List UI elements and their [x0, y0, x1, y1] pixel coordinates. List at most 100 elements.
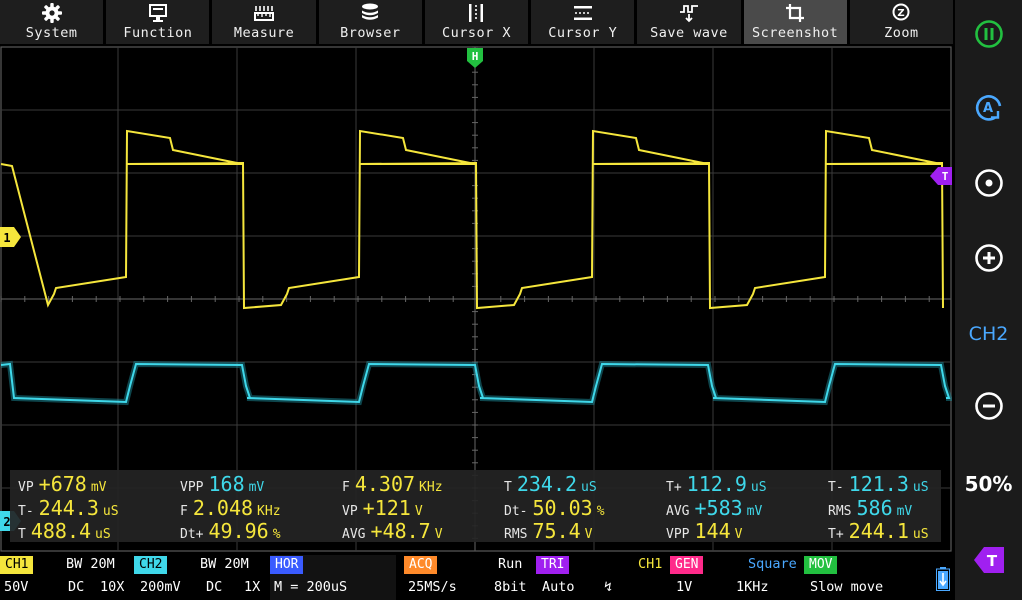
move-speed: Slow move: [810, 579, 884, 595]
ch2-probe: 1X: [244, 579, 261, 595]
meas-ch1-vp: VP +678 mV: [18, 472, 107, 496]
cursor-y-button[interactable]: Cursor Y: [531, 0, 635, 44]
monitor-icon: [148, 4, 167, 22]
system-button[interactable]: System: [0, 0, 104, 44]
selected-channel: CH2: [968, 323, 1009, 345]
gen-tag: GEN: [670, 556, 704, 574]
percent-button[interactable]: 50%: [955, 460, 1022, 508]
trigger-mode: Auto: [542, 579, 575, 595]
trigger-level-marker[interactable]: T: [930, 167, 952, 185]
plus-icon: [974, 244, 1003, 272]
trigger-status-panel[interactable]: TRI CH1 Auto ↯: [536, 555, 664, 600]
meas-ch1-f2: F 2.048 KHz: [180, 496, 281, 520]
channel-select-button[interactable]: CH2: [955, 310, 1022, 358]
svg-text:T: T: [986, 552, 997, 570]
screenshot-label: Screenshot: [752, 25, 839, 41]
right-control-panel: A CH2 50% T: [955, 0, 1022, 600]
cursor-x-label: Cursor X: [441, 25, 511, 41]
mov-tag: MOV: [804, 556, 838, 574]
screenshot-button[interactable]: Screenshot: [743, 0, 847, 44]
pause-icon: [974, 20, 1003, 48]
center-icon: [974, 169, 1003, 197]
meas-ch2-rms: RMS 586 mV: [828, 496, 913, 520]
trigger-position-marker[interactable]: H: [467, 48, 483, 68]
browser-button[interactable]: Browser: [318, 0, 422, 44]
timebase: M = 200uS: [274, 579, 348, 595]
meas-ch1-tplus: T+ 244.1 uS: [828, 519, 929, 543]
auto-setup-button[interactable]: A: [955, 84, 1022, 132]
ch1-marker[interactable]: 1: [0, 227, 22, 247]
measure-label: Measure: [233, 25, 295, 41]
browser-label: Browser: [340, 25, 401, 41]
ch2-scale: 200mV: [140, 579, 181, 595]
scale-down-button[interactable]: [955, 382, 1022, 430]
zoom-label: Zoom: [884, 25, 919, 41]
sample-rate: 25MS/s: [408, 579, 457, 595]
meas-ch1-dtplus: Dt+ 49.96%: [180, 519, 281, 543]
meas-ch1-rms: RMS 75.4 V: [504, 519, 593, 543]
generator-status-panel[interactable]: GEN Square 1V 1KHz: [670, 555, 798, 600]
ch2-coupling: DC: [206, 579, 223, 595]
bit-depth: 8bit: [494, 579, 527, 595]
hor-tag: HOR: [270, 556, 304, 574]
save-wave-icon: [679, 5, 698, 23]
svg-text:H: H: [472, 50, 479, 63]
svg-text:1: 1: [3, 231, 10, 245]
ch2-trace: [0, 362, 951, 404]
move-status-panel[interactable]: MOV Slow move: [804, 555, 928, 600]
gear-icon: [41, 3, 62, 23]
trigger-source: CH1: [638, 556, 663, 572]
trigger-level-icon: T: [973, 547, 1004, 573]
auto-icon: A: [975, 95, 1001, 121]
horizontal-status-panel[interactable]: HOR M = 200uS: [270, 555, 396, 600]
ch1-probe: 10X: [100, 579, 125, 595]
scale-up-button[interactable]: [955, 234, 1022, 282]
meas-ch1-vpp: VPP 144 V: [666, 519, 743, 543]
ch1-trace: [0, 129, 944, 310]
cursor-x-icon: [469, 4, 484, 22]
meas-ch1-f: F 4.307 KHz: [342, 472, 443, 496]
gen-waveform: Square: [748, 556, 797, 572]
meas-ch2-avg: AVG +583 mV: [666, 496, 763, 520]
status-bar: CH1 BW 20M 50V DC 10X CH2 BW 20M 200mV D…: [0, 555, 955, 600]
run-stop-button[interactable]: [955, 10, 1022, 58]
meas-ch1-avg: AVG +48.7 V: [342, 519, 443, 543]
ch1-tag: CH1: [0, 556, 34, 574]
function-button[interactable]: Function: [106, 0, 210, 44]
ch2-status-panel[interactable]: CH2 BW 20M 200mV DC 1X: [134, 555, 262, 600]
ch1-bandwidth: BW 20M: [66, 556, 115, 572]
measure-button[interactable]: Measure: [212, 0, 316, 44]
meas-ch2-t: T 234.2 uS: [504, 472, 597, 496]
gen-amplitude: 1V: [676, 579, 693, 595]
acq-tag: ACQ: [404, 556, 438, 574]
save-wave-button[interactable]: Save wave: [637, 0, 741, 44]
crop-icon: [786, 4, 805, 22]
center-button[interactable]: [955, 159, 1022, 207]
ch1-coupling: DC: [68, 579, 85, 595]
function-label: Function: [123, 25, 193, 41]
acquire-status-panel[interactable]: ACQ Run 25MS/s 8bit: [402, 555, 532, 600]
svg-text:Z: Z: [898, 8, 905, 19]
minus-icon: [974, 392, 1003, 420]
database-icon: [362, 3, 379, 20]
ruler-icon: [254, 6, 275, 21]
meas-ch2-tminus: T- 121.3 uS: [828, 472, 929, 496]
battery-icon: [936, 567, 950, 591]
ch2-tag: CH2: [134, 556, 168, 574]
meas-ch1-vp2: VP +121 V: [342, 496, 423, 520]
measurement-panel: VP +678 mV VPP 168 mV F 4.307 KHz T 234.2 uS T+ 1…: [10, 470, 941, 543]
zoom-button[interactable]: Z Zoom: [849, 0, 953, 44]
tri-tag: TRI: [536, 556, 570, 574]
ch1-scale: 50V: [4, 579, 29, 595]
cursor-x-button[interactable]: Cursor X: [424, 0, 529, 44]
meas-ch2-vpp: VPP 168 mV: [180, 472, 265, 496]
cursor-y-label: Cursor Y: [548, 25, 618, 41]
meas-ch1-dtminus: Dt- 50.03%: [504, 496, 605, 520]
zoom-icon: Z: [892, 3, 910, 21]
trigger-level-button[interactable]: T: [955, 536, 1022, 584]
ch1-status-panel[interactable]: CH1 BW 20M 50V DC 10X: [0, 555, 128, 600]
svg-text:T: T: [942, 170, 949, 183]
trigger-edge-icon: ↯: [604, 579, 613, 595]
acq-mode: Run: [498, 556, 523, 572]
svg-text:A: A: [982, 101, 992, 116]
